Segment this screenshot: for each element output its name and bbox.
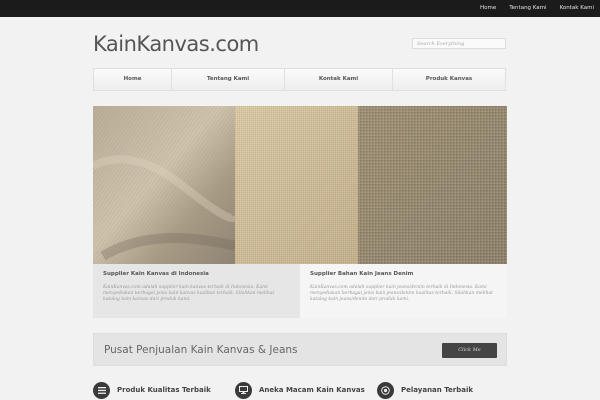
top-nav: Home Tentang Kami Kontak Kami — [467, 0, 594, 17]
monitor-icon — [235, 381, 252, 399]
main-nav-kontak-kami[interactable]: Kontak Kami — [285, 69, 393, 90]
call-to-action-bar: Pusat Penjualan Kain Kanvas & Jeans Clic… — [93, 333, 507, 366]
target-icon — [377, 381, 394, 399]
service-label: Produk Kualitas Terbaik — [117, 386, 211, 394]
service-item: Aneka Macam Kain Kanvas — [235, 380, 365, 400]
feature-description: KainKanvas.com adalah supplier kain kanv… — [103, 285, 275, 302]
services-row: Produk Kualitas Terbaik Aneka Macam Kain… — [93, 380, 507, 400]
feature-title[interactable]: Supplier Kain Kanvas di Indonesia — [103, 271, 290, 277]
top-nav-tentang-kami[interactable]: Tentang Kami — [509, 0, 546, 17]
canvas-fabric-photo — [93, 106, 507, 264]
cta-text: Pusat Penjualan Kain Kanvas & Jeans — [104, 344, 298, 356]
main-nav-produk-kanvas[interactable]: Produk Kanvas — [393, 69, 505, 90]
feature-description: KainKanvas.com adalah supplier kain jean… — [310, 285, 493, 302]
service-label: Aneka Macam Kain Kanvas — [259, 386, 365, 394]
site-logo[interactable]: KainKanvas.com — [93, 32, 259, 56]
search-input[interactable] — [412, 38, 506, 49]
hero-slider-image — [93, 106, 507, 264]
service-label: Pelayanan Terbaik — [401, 386, 474, 394]
click-me-button[interactable]: Click Me — [442, 343, 497, 358]
list-icon — [93, 381, 110, 399]
service-item: Produk Kualitas Terbaik — [93, 380, 211, 400]
feature-title[interactable]: Supplier Bahan Kain Jeans Denim — [310, 271, 497, 277]
service-item: Pelayanan Terbaik — [377, 380, 473, 400]
feature-box-jeans: Supplier Bahan Kain Jeans Denim KainKanv… — [300, 264, 507, 318]
main-nav: Home Tentang Kami Kontak Kami Produk Kan… — [93, 68, 506, 91]
top-nav-kontak-kami[interactable]: Kontak Kami — [560, 0, 594, 17]
top-nav-home[interactable]: Home — [480, 0, 496, 17]
feature-box-kanvas: Supplier Kain Kanvas di Indonesia KainKa… — [93, 264, 300, 318]
top-bar: Home Tentang Kami Kontak Kami — [0, 0, 600, 17]
feature-boxes: Supplier Kain Kanvas di Indonesia KainKa… — [93, 264, 507, 318]
main-nav-home[interactable]: Home — [94, 69, 172, 90]
main-nav-tentang-kami[interactable]: Tentang Kami — [172, 69, 285, 90]
